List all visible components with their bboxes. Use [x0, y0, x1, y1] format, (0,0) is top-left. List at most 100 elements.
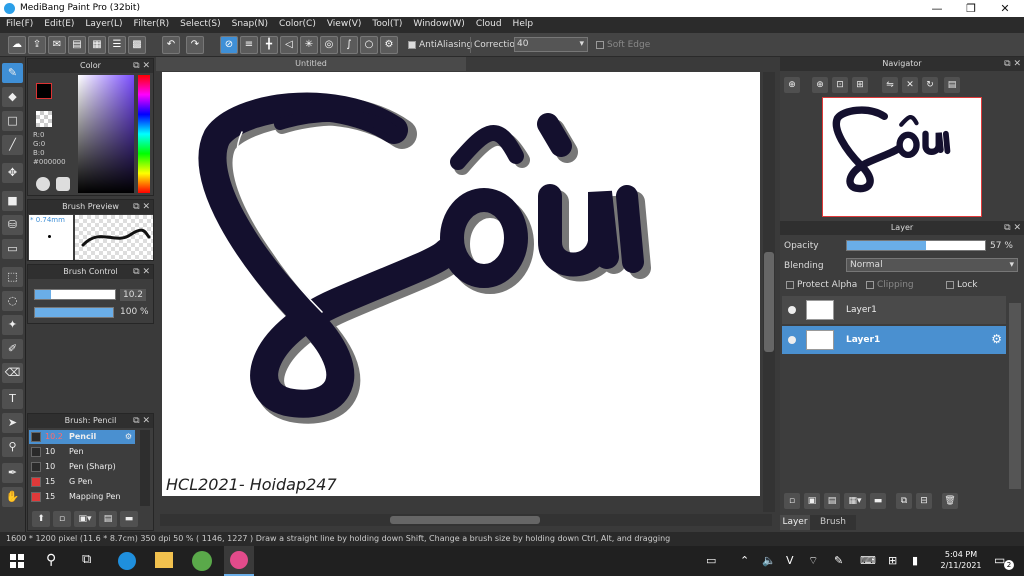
menu-select[interactable]: Select(S) [174, 17, 226, 29]
new-halftone-layer-icon[interactable]: ▣ [804, 493, 820, 509]
hand-tool-icon[interactable]: ✋ [2, 487, 23, 507]
dropper-tool-icon[interactable]: ✒ [2, 463, 23, 483]
visibility-eye-icon[interactable] [788, 306, 796, 314]
document-tab[interactable]: Untitled [156, 57, 466, 71]
document-icon[interactable]: ▦ [88, 36, 106, 54]
brush-props-icon[interactable]: ▤ [99, 511, 117, 527]
brush-list-scrollbar[interactable] [140, 430, 150, 506]
zoom-in-icon[interactable]: ⊕ [784, 77, 800, 93]
lasso-tool-icon[interactable]: ◌ [2, 291, 23, 311]
v-icon[interactable]: V [786, 554, 794, 567]
radial-snap-icon[interactable]: ✳ [300, 36, 318, 54]
task-view-icon[interactable]: ⧉ [82, 552, 91, 567]
comment-icon[interactable]: ✉ [48, 36, 66, 54]
edge-icon[interactable] [118, 552, 136, 570]
panel-close-icon[interactable]: ⧉ ✕ [133, 200, 150, 214]
panel-close-icon[interactable]: ⧉ ✕ [1004, 221, 1021, 235]
color-history-icon[interactable] [56, 177, 70, 191]
eyedropper-tool-icon[interactable]: ⚲ [2, 437, 23, 457]
duplicate-layer-icon[interactable]: ⧉ [896, 493, 912, 509]
saturation-value-picker[interactable] [78, 75, 134, 193]
menu-color[interactable]: Color(C) [273, 17, 321, 29]
layer-add-menu-icon[interactable]: ▦▾ [844, 493, 866, 509]
brush-opacity-slider[interactable] [34, 307, 114, 318]
menu-layer[interactable]: Layer(L) [79, 17, 127, 29]
tab-brush-size[interactable]: Brush Size [810, 515, 856, 542]
vanishing-snap-icon[interactable]: ◁ [280, 36, 298, 54]
pen-icon[interactable]: ✎ [834, 554, 843, 567]
cross-snap-icon[interactable]: ╋ [260, 36, 278, 54]
minimize-button[interactable]: — [920, 1, 954, 16]
panel-close-icon[interactable]: ⧉ ✕ [133, 265, 150, 279]
opacity-slider[interactable] [846, 240, 986, 251]
hue-slider[interactable] [138, 75, 150, 193]
canvas-horizontal-scrollbar[interactable] [160, 514, 772, 526]
keyboard-icon[interactable]: ⌨ [860, 554, 876, 567]
clock[interactable]: 5:04 PM 2/11/2021 [936, 549, 986, 571]
clipping-checkbox[interactable] [866, 280, 874, 289]
rectangle-tool-icon[interactable]: □ [2, 111, 23, 131]
chevron-up-icon[interactable]: ⌃ [740, 554, 749, 567]
merge-layer-icon[interactable]: ⊟ [916, 493, 932, 509]
list-icon[interactable]: ☰ [108, 36, 126, 54]
menu-file[interactable]: File(F) [0, 17, 38, 29]
circle-snap-icon[interactable]: ◎ [320, 36, 338, 54]
menu-cloud[interactable]: Cloud [470, 17, 507, 29]
cloud-icon[interactable]: ☁ [8, 36, 26, 54]
select-eraser-tool-icon[interactable]: ⌫ [2, 363, 23, 383]
bucket-tool-icon[interactable]: ⛁ [2, 215, 23, 235]
brush-size-value[interactable]: 10.2 [120, 289, 146, 301]
zoom-icon[interactable]: ⊕ [812, 77, 828, 93]
gradient-tool-icon[interactable]: ▭ [2, 239, 23, 259]
brush-size-slider[interactable] [34, 289, 116, 300]
share-icon[interactable]: ⇪ [28, 36, 46, 54]
battery-icon[interactable]: ▮ [912, 554, 918, 567]
move-tool-icon[interactable]: ✥ [2, 163, 23, 183]
brush-menu-icon[interactable]: ▣▾ [74, 511, 96, 527]
grid-icon[interactable]: ▩ [128, 36, 146, 54]
lock-checkbox[interactable] [946, 280, 954, 289]
correction-select[interactable]: 40 ▾ [514, 37, 588, 52]
settings-icon[interactable]: ⚙ [380, 36, 398, 54]
text-tool-icon[interactable]: T [2, 389, 23, 409]
curve-snap-icon[interactable]: ∫ [340, 36, 358, 54]
panel-close-icon[interactable]: ⧉ ✕ [133, 414, 150, 428]
antialias-checkbox[interactable] [408, 40, 416, 49]
menu-help[interactable]: Help [507, 17, 539, 29]
menu-view[interactable]: View(V) [321, 17, 367, 29]
ime-icon[interactable]: ⊞ [888, 554, 897, 567]
select-rect-tool-icon[interactable]: ⬚ [2, 267, 23, 287]
maximize-button[interactable]: ❐ [954, 1, 988, 16]
new-8bit-layer-icon[interactable]: ▤ [824, 493, 840, 509]
canvas[interactable]: HCL2021- Hoidap247 [162, 72, 760, 496]
protect-alpha-checkbox[interactable] [786, 280, 794, 289]
select-pen-tool-icon[interactable]: ✐ [2, 339, 23, 359]
transparent-color-swatch[interactable] [36, 111, 52, 127]
ellipse-snap-icon[interactable]: ○ [360, 36, 378, 54]
snap-off-icon[interactable]: ⊘ [220, 36, 238, 54]
undo-icon[interactable]: ↶ [162, 36, 180, 54]
brush-settings-icon[interactable]: ⚙ [125, 430, 132, 444]
foreground-color-swatch[interactable] [36, 83, 52, 99]
layer-scrollbar[interactable] [1009, 303, 1021, 489]
navigator-preview[interactable] [822, 97, 982, 217]
search-icon[interactable]: ⚲ [46, 552, 56, 568]
volume-icon[interactable]: 🔈 [762, 554, 776, 567]
close-button[interactable]: ✕ [988, 1, 1022, 16]
delete-layer-icon[interactable]: 🗑 [942, 493, 958, 509]
wifi-icon[interactable]: ⌔ [808, 554, 818, 568]
brush-folder-icon[interactable]: ▬ [120, 511, 138, 527]
visibility-eye-icon[interactable] [788, 336, 796, 344]
page-icon[interactable]: ▤ [68, 36, 86, 54]
start-icon[interactable] [10, 554, 24, 568]
navigator-menu-icon[interactable]: ▤ [944, 77, 960, 93]
brush-item-g-pen[interactable]: 15 G Pen [29, 475, 135, 489]
menu-tool[interactable]: Tool(T) [366, 17, 407, 29]
panel-close-icon[interactable]: ⧉ ✕ [1004, 57, 1021, 71]
display-icon[interactable]: ▭ [706, 554, 716, 567]
panel-close-icon[interactable]: ⧉ ✕ [133, 59, 150, 73]
store-icon[interactable] [155, 552, 173, 568]
new-brush-icon[interactable]: ▫ [53, 511, 71, 527]
operation-tool-icon[interactable]: ➤ [2, 413, 23, 433]
actual-size-icon[interactable]: ⊞ [852, 77, 868, 93]
